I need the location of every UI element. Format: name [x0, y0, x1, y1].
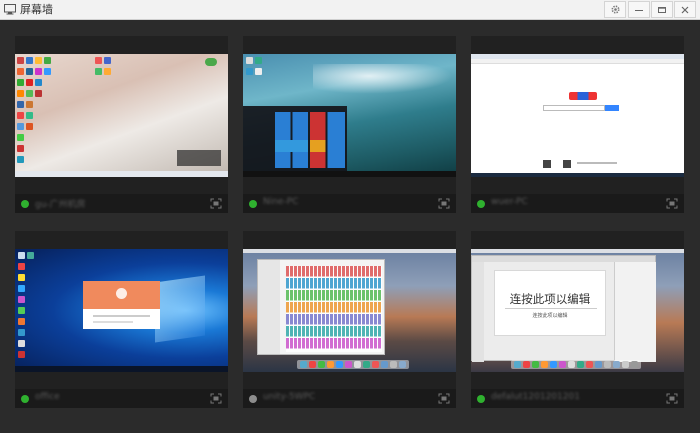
device-screen-thumbnail[interactable] — [471, 54, 684, 177]
fullscreen-icon[interactable] — [210, 198, 222, 209]
device-card[interactable]: Nine-PC — [243, 36, 456, 213]
device-footer: unity-5WPC — [243, 389, 456, 408]
device-card[interactable]: wuer-PC — [471, 36, 684, 213]
maximize-button[interactable] — [651, 1, 673, 18]
device-name: Nine-PC — [263, 197, 299, 207]
fullscreen-icon[interactable] — [666, 198, 678, 209]
device-screen-thumbnail[interactable]: 连按此项以编辑 连按此项以编辑 — [471, 249, 684, 372]
status-online-dot — [21, 395, 29, 403]
remote-dialog — [83, 281, 160, 329]
status-online-dot — [477, 200, 485, 208]
keynote-window: 连按此项以编辑 连按此项以编辑 — [471, 255, 656, 362]
fullscreen-icon[interactable] — [438, 393, 450, 404]
monitor-icon — [4, 4, 16, 15]
settings-button[interactable] — [604, 1, 626, 18]
device-screen-thumbnail[interactable] — [243, 249, 456, 372]
baidu-logo — [569, 92, 597, 100]
keynote-subtitle[interactable]: 连按此项以编辑 — [495, 313, 605, 320]
device-screen-thumbnail[interactable] — [15, 249, 228, 372]
status-online-dot — [477, 395, 485, 403]
start-menu — [243, 106, 347, 172]
device-footer: defalut1201201201 — [471, 389, 684, 408]
close-icon — [681, 6, 689, 13]
keynote-title[interactable]: 连按此项以编辑 — [495, 292, 605, 306]
fullscreen-icon[interactable] — [666, 393, 678, 404]
device-card[interactable]: office — [15, 231, 228, 408]
device-card[interactable]: unity-5WPC — [243, 231, 456, 408]
minimize-icon — [635, 9, 643, 11]
device-footer: Nine-PC — [243, 194, 456, 213]
gear-icon — [610, 5, 620, 14]
window-titlebar: 屏幕墙 — [0, 0, 700, 20]
device-footer: wuer-PC — [471, 194, 684, 213]
device-name: unity-5WPC — [263, 392, 316, 402]
keynote-slide: 连按此项以编辑 连按此项以编辑 — [494, 270, 606, 336]
device-card[interactable]: 连按此项以编辑 连按此项以编辑 defalut1201201201 — [471, 231, 684, 408]
maximize-icon — [658, 6, 666, 13]
minimize-button[interactable] — [628, 1, 650, 18]
status-offline-dot — [249, 395, 257, 403]
device-name: gu-广州机房 — [35, 200, 86, 210]
fullscreen-icon[interactable] — [210, 393, 222, 404]
fullscreen-icon[interactable] — [438, 198, 450, 209]
launchpad-window — [257, 259, 385, 355]
window-title: 屏幕墙 — [20, 3, 53, 16]
device-card[interactable]: gu-广州机房 — [15, 36, 228, 213]
close-button[interactable] — [674, 1, 696, 18]
device-footer: office — [15, 389, 228, 408]
device-screen-thumbnail[interactable] — [243, 54, 456, 177]
device-name: defalut1201201201 — [491, 392, 580, 402]
screen-wall-grid: gu-广州机房 Nine-PC wuer-PC office unity-5WP… — [0, 21, 700, 433]
status-online-dot — [21, 200, 29, 208]
status-online-dot — [249, 200, 257, 208]
device-footer: gu-广州机房 — [15, 194, 228, 213]
device-name: wuer-PC — [491, 197, 528, 207]
device-screen-thumbnail[interactable] — [15, 54, 228, 177]
device-name: office — [35, 392, 60, 402]
